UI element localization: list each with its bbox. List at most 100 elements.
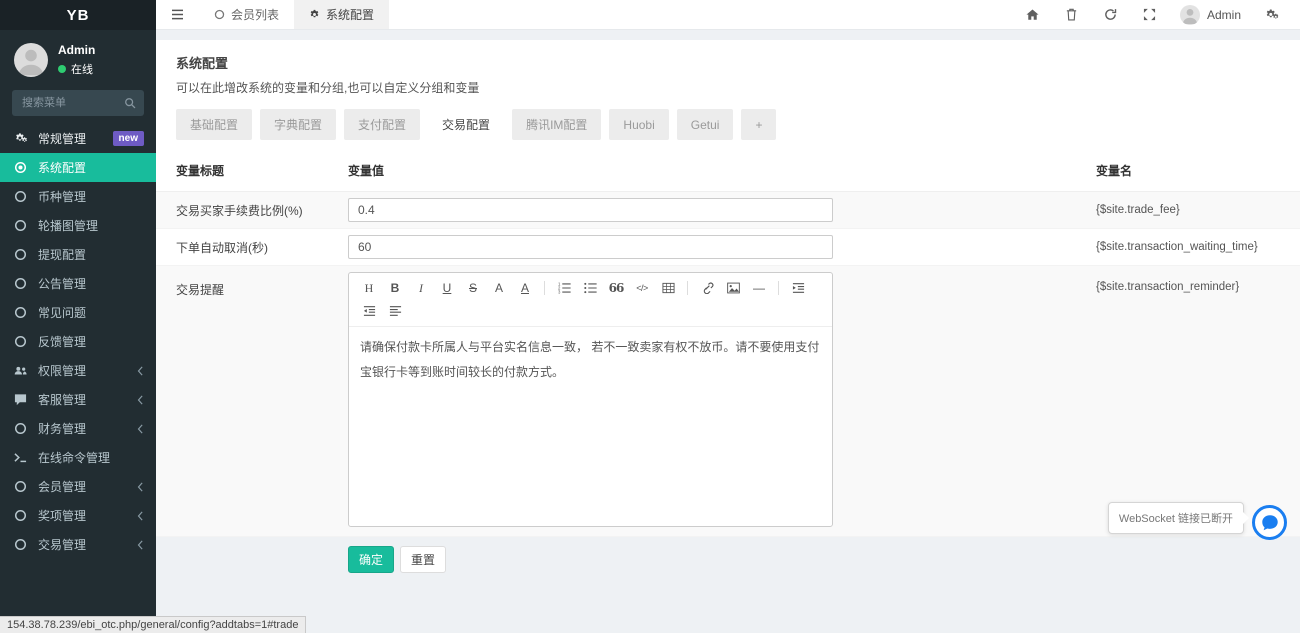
status-url: 154.38.78.239/ebi_otc.php/general/config… — [0, 616, 306, 633]
config-tab-getui[interactable]: Getui — [677, 109, 734, 140]
config-tab-basic[interactable]: 基础配置 — [176, 109, 252, 140]
user-avatar — [14, 43, 48, 77]
editor-toolbar: HBIUSAA12366</>— — [349, 273, 832, 327]
user-status: 在线 — [58, 61, 95, 77]
circle-icon — [214, 9, 225, 20]
home-icon[interactable] — [1013, 0, 1052, 30]
settings-gears-icon[interactable] — [1252, 0, 1294, 30]
sidebar-item-prize[interactable]: 奖项管理 — [0, 501, 156, 530]
gear-icon — [309, 9, 320, 20]
sidebar-item-notice[interactable]: 公告管理 — [0, 269, 156, 298]
search-icon — [124, 97, 136, 109]
topbar-user-menu[interactable]: Admin — [1169, 5, 1252, 25]
row-varname: {$site.transaction_reminder} — [1096, 272, 1300, 527]
outdent-icon[interactable] — [358, 301, 380, 321]
comment-icon — [14, 393, 31, 406]
table-header: 变量标题 变量值 变量名 — [156, 152, 1300, 192]
ordered-list-icon[interactable]: 123 — [553, 278, 575, 298]
sidebar-item-withdraw[interactable]: 提现配置 — [0, 240, 156, 269]
sidebar-item-member[interactable]: 会员管理 — [0, 472, 156, 501]
topbar-avatar — [1180, 5, 1200, 25]
sidebar-item-trade[interactable]: 交易管理 — [0, 530, 156, 559]
terminal-icon — [14, 451, 31, 464]
chevron-left-icon — [137, 395, 144, 405]
circle-icon — [14, 190, 31, 203]
chat-widget-button[interactable] — [1252, 505, 1287, 540]
font-size-icon[interactable]: A — [488, 278, 510, 298]
websocket-toast: WebSocket 链接已断开 — [1108, 502, 1244, 534]
topbar-tab-system-config[interactable]: 系统配置 — [294, 0, 389, 29]
config-tab-huobi[interactable]: Huobi — [609, 109, 668, 140]
trash-icon[interactable] — [1052, 0, 1091, 30]
sidebar-item-auth[interactable]: 权限管理 — [0, 356, 156, 385]
font-color-icon[interactable]: A — [514, 278, 536, 298]
row-varname: {$site.trade_fee} — [1096, 198, 1300, 222]
table-icon[interactable] — [657, 278, 679, 298]
refresh-icon[interactable] — [1091, 0, 1130, 30]
online-dot-icon — [58, 65, 66, 73]
row-title: 交易买家手续费比例(%) — [176, 198, 348, 222]
heading-icon[interactable]: H — [358, 278, 380, 298]
reset-button[interactable]: 重置 — [400, 546, 446, 573]
col-header-title: 变量标题 — [176, 162, 348, 179]
chevron-left-icon — [137, 540, 144, 550]
form-actions: 确定 重置 — [156, 537, 1300, 573]
row-title: 下单自动取消(秒) — [176, 235, 348, 259]
add-tab-button[interactable]: + — [741, 109, 776, 140]
user-panel: Admin 在线 — [0, 30, 156, 88]
chevron-left-icon — [137, 482, 144, 492]
table-row: 下单自动取消(秒) {$site.transaction_waiting_tim… — [156, 229, 1300, 266]
sidebar-item-faq[interactable]: 常见问题 — [0, 298, 156, 327]
users-icon — [14, 364, 31, 377]
table-row: 交易提醒 HBIUSAA12366</>— 请确保付款卡所属人与平台实名信息一致… — [156, 266, 1300, 537]
sidebar-item-command[interactable]: 在线命令管理 — [0, 443, 156, 472]
circle-icon — [14, 248, 31, 261]
circle-icon — [14, 509, 31, 522]
toolbar-separator — [687, 281, 688, 295]
sidebar-item-general[interactable]: 常规管理new — [0, 124, 156, 153]
new-badge: new — [113, 131, 144, 146]
link-icon[interactable] — [696, 278, 718, 298]
submit-button[interactable]: 确定 — [348, 546, 394, 573]
bold-icon[interactable]: B — [384, 278, 406, 298]
page-subtitle: 可以在此增改系统的变量和分组,也可以自定义分组和变量 — [176, 79, 1300, 96]
waiting-time-input[interactable] — [348, 235, 833, 259]
chevron-left-icon — [137, 366, 144, 376]
toolbar-separator — [778, 281, 779, 295]
sidebar-item-feedback[interactable]: 反馈管理 — [0, 327, 156, 356]
align-left-icon[interactable] — [384, 301, 406, 321]
fullscreen-icon[interactable] — [1130, 0, 1169, 30]
horizontal-rule-icon[interactable]: — — [748, 278, 770, 298]
sidebar-item-service[interactable]: 客服管理 — [0, 385, 156, 414]
quote-icon[interactable]: 66 — [605, 278, 627, 298]
topbar-tab-member-list[interactable]: 会员列表 — [199, 0, 294, 29]
dot-circle-icon — [14, 161, 31, 174]
unordered-list-icon[interactable] — [579, 278, 601, 298]
config-panel: 系统配置 可以在此增改系统的变量和分组,也可以自定义分组和变量 基础配置字典配置… — [156, 40, 1300, 537]
svg-text:3: 3 — [558, 290, 561, 294]
strikethrough-icon[interactable]: S — [462, 278, 484, 298]
menu-toggle-icon[interactable] — [156, 0, 199, 29]
sidebar-item-finance[interactable]: 财务管理 — [0, 414, 156, 443]
sidebar-item-banner[interactable]: 轮播图管理 — [0, 211, 156, 240]
code-icon[interactable]: </> — [631, 278, 653, 298]
circle-icon — [14, 422, 31, 435]
config-tab-payment[interactable]: 支付配置 — [344, 109, 420, 140]
italic-icon[interactable]: I — [410, 278, 432, 298]
underline-icon[interactable]: U — [436, 278, 458, 298]
col-header-value: 变量值 — [348, 162, 1096, 179]
sidebar-item-system-config[interactable]: 系统配置 — [0, 153, 156, 182]
page-title: 系统配置 — [176, 53, 1300, 72]
editor-content[interactable]: 请确保付款卡所属人与平台实名信息一致， 若不一致卖家有权不放币。请不要使用支付宝… — [349, 327, 832, 392]
row-title: 交易提醒 — [176, 272, 348, 527]
trade-fee-input[interactable] — [348, 198, 833, 222]
config-tab-dictionary[interactable]: 字典配置 — [260, 109, 336, 140]
chevron-left-icon — [137, 511, 144, 521]
config-tab-trade[interactable]: 交易配置 — [428, 109, 504, 140]
topbar-right: Admin — [1013, 0, 1300, 29]
sidebar-item-currency[interactable]: 币种管理 — [0, 182, 156, 211]
indent-icon[interactable] — [787, 278, 809, 298]
circle-icon — [14, 335, 31, 348]
config-tab-tencent-im[interactable]: 腾讯IM配置 — [512, 109, 601, 140]
image-icon[interactable] — [722, 278, 744, 298]
